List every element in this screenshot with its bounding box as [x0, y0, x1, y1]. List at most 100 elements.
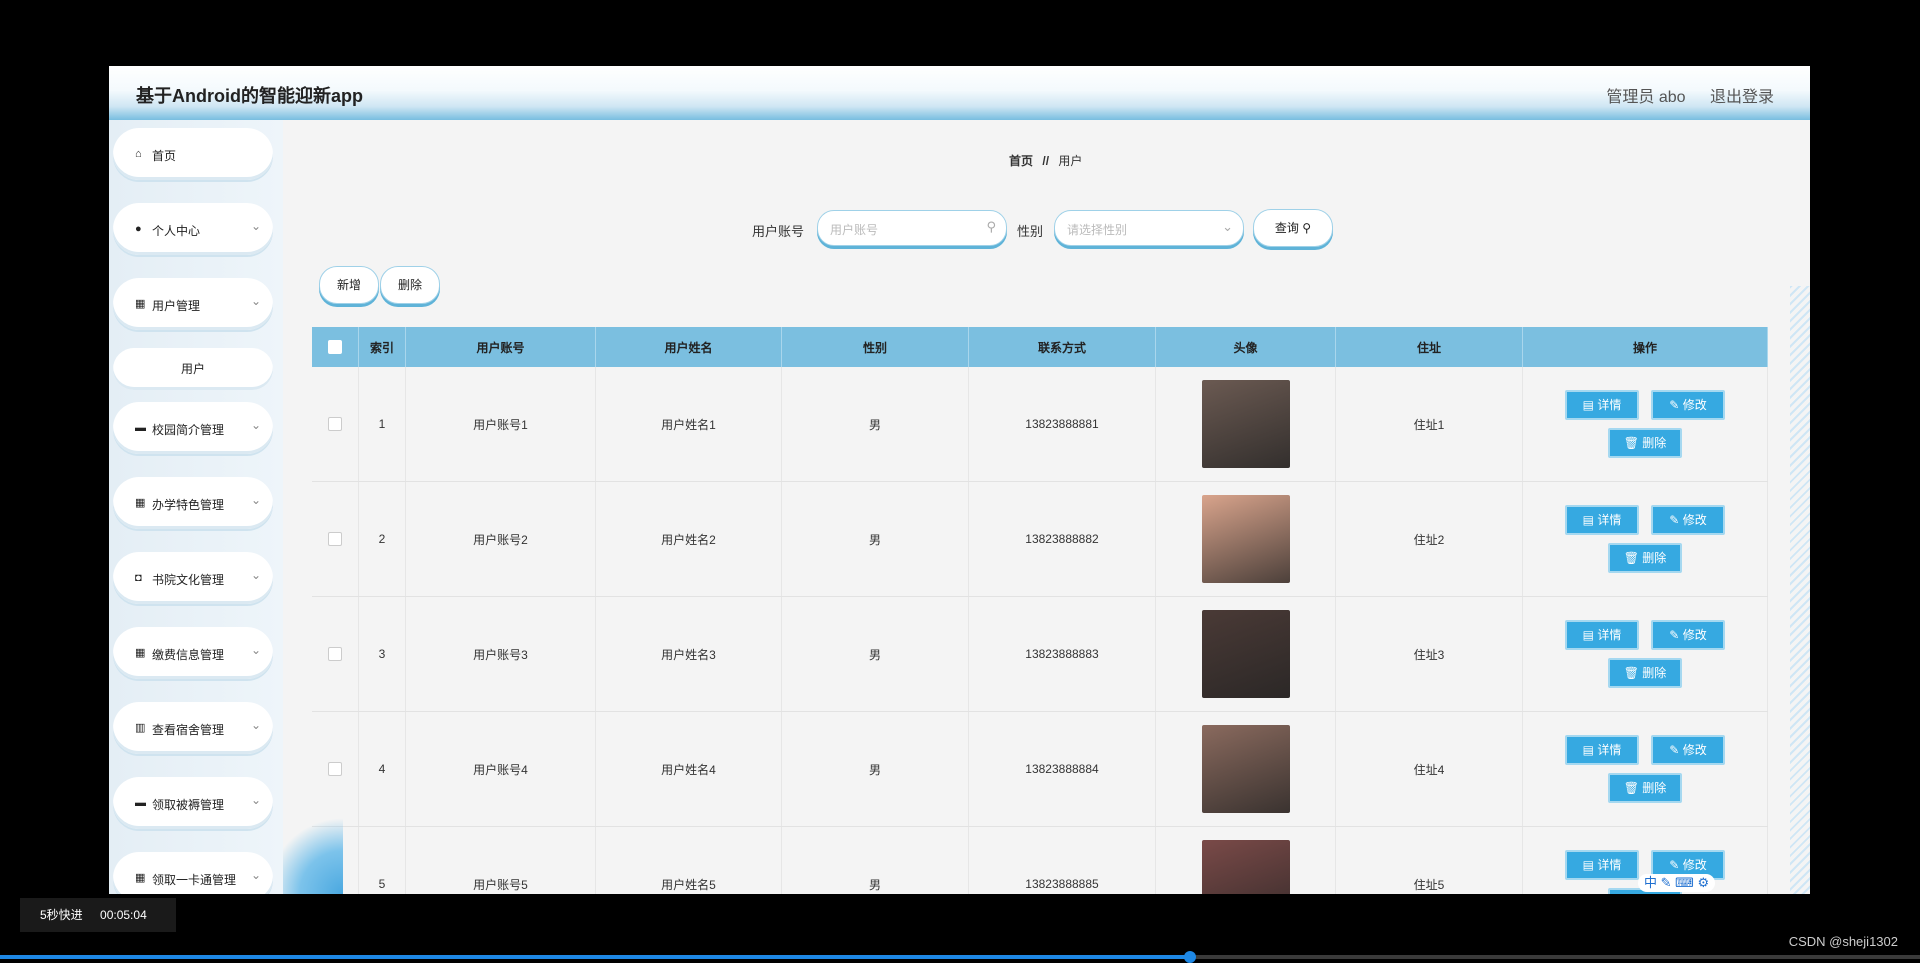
avatar [1201, 610, 1290, 698]
sidebar-item-profile[interactable]: ● 个人中心 ⌄ [113, 203, 273, 255]
add-button[interactable]: 新增 [319, 266, 379, 304]
account-label: 用户账号 [752, 224, 805, 239]
chevron-down-icon: ⌄ [250, 643, 261, 657]
cell-address: 住址5 [1335, 826, 1523, 894]
row-checkbox[interactable] [328, 417, 342, 432]
col-gender: 性别 [781, 327, 969, 367]
breadcrumb-current: 用户 [1058, 154, 1083, 168]
col-name: 用户姓名 [595, 327, 782, 367]
player-speed-badge[interactable]: 5秒快进 00:05:04 [20, 898, 176, 932]
breadcrumb: 首页 // 用户 [1009, 152, 1082, 169]
ime-toolbar[interactable]: 中 ✎ ⌨ ⚙ [1638, 874, 1716, 892]
select-all-checkbox[interactable] [328, 340, 342, 355]
cell-avatar [1155, 596, 1336, 712]
sidebar-item-bedding[interactable]: ▬ 领取被褥管理 ⌄ [113, 777, 273, 829]
delete-button[interactable]: 🗑 删除 [1608, 428, 1682, 458]
player-time: 00:05:04 [100, 908, 147, 922]
row-checkbox[interactable] [328, 647, 342, 662]
row-checkbox[interactable] [328, 532, 342, 547]
home-icon: ⌂ [135, 148, 142, 160]
delete-button[interactable]: 🗑 删除 [1608, 658, 1682, 688]
sidebar-item-user-management[interactable]: ▦ 用户管理 ⌄ [113, 278, 273, 330]
avatar [1201, 840, 1290, 894]
cell-phone: 13823888885 [968, 826, 1156, 894]
row-checkbox[interactable] [328, 762, 342, 777]
cell-actions: ▤ 详情 ✎ 修改 🗑 删除 [1522, 481, 1768, 597]
detail-button[interactable]: ▤ 详情 [1565, 850, 1639, 880]
cell-gender: 男 [781, 367, 969, 482]
cell-avatar [1155, 826, 1336, 894]
col-avatar: 头像 [1155, 327, 1336, 367]
chevron-down-icon: ⌄ [1222, 219, 1233, 234]
sidebar-item-home[interactable]: ⌂ 首页 [113, 128, 273, 180]
chevron-down-icon: ⌄ [250, 294, 261, 308]
delete-button[interactable]: 🗑 删除 [1608, 543, 1682, 573]
sidebar-item-label: 办学特色管理 [152, 498, 225, 512]
detail-button[interactable]: ▤ 详情 [1565, 505, 1639, 535]
sidebar-item-features[interactable]: ▦ 办学特色管理 ⌄ [113, 477, 273, 529]
detail-button[interactable]: ▤ 详情 [1565, 735, 1639, 765]
cell-gender: 男 [781, 481, 969, 597]
cell-phone: 13823888882 [968, 481, 1156, 597]
edit-button[interactable]: ✎ 修改 [1651, 390, 1725, 420]
sidebar-item-card[interactable]: ▦ 领取一卡通管理 ⌄ [113, 852, 273, 894]
delete-button[interactable]: 🗑 删除 [1608, 773, 1682, 803]
account-search-input[interactable]: 用户账号 ⚲ [817, 210, 1007, 246]
row-select-cell [312, 481, 359, 597]
sidebar-item-dorm[interactable]: ▥ 查看宿舍管理 ⌄ [113, 702, 273, 754]
query-button[interactable]: 查询 ⚲ [1253, 209, 1333, 247]
cell-phone: 13823888884 [968, 711, 1156, 827]
chevron-down-icon: ⌄ [250, 493, 261, 507]
player-bar [0, 894, 1920, 960]
table-row: 3 用户账号3 用户姓名3 男 13823888883 住址3 ▤ 详情 ✎ 修改… [312, 596, 1768, 712]
detail-button[interactable]: ▤ 详情 [1565, 620, 1639, 650]
cell-avatar [1155, 711, 1336, 827]
main-content: 首页 // 用户 用户账号 用户账号 ⚲ 性别 请选择性别 ⌄ 查询 ⚲ 新增 … [283, 120, 1810, 894]
edit-button[interactable]: ✎ 修改 [1651, 505, 1725, 535]
avatar [1201, 495, 1290, 583]
grid-icon: ▦ [135, 298, 146, 310]
col-index: 索引 [358, 327, 406, 367]
row-select-cell [312, 596, 359, 712]
cell-account: 用户账号4 [405, 711, 596, 827]
speed-label: 5秒快进 [40, 908, 83, 922]
sidebar-item-campus-intro[interactable]: ▬ 校园简介管理 ⌄ [113, 402, 273, 454]
player-progress-bar[interactable] [0, 951, 1920, 963]
cell-actions: ▤ 详情 ✎ 修改 🗑 删除 [1522, 711, 1768, 827]
table-row: 2 用户账号2 用户姓名2 男 13823888882 住址2 ▤ 详情 ✎ 修改… [312, 481, 1768, 597]
progress-fill [0, 955, 1191, 959]
camera-icon: ◘ [135, 572, 142, 584]
grid-icon: ▦ [135, 647, 146, 659]
sidebar-item-fees[interactable]: ▦ 缴费信息管理 ⌄ [113, 627, 273, 679]
account-placeholder: 用户账号 [830, 223, 879, 237]
gender-select[interactable]: 请选择性别 ⌄ [1054, 210, 1244, 246]
decorative-wave [283, 804, 343, 894]
sidebar-item-label: 个人中心 [152, 224, 201, 238]
avatar [1201, 380, 1290, 468]
detail-button[interactable]: ▤ 详情 [1565, 390, 1639, 420]
chat-icon: ▬ [135, 797, 146, 809]
progress-handle[interactable] [1184, 951, 1197, 963]
chevron-down-icon: ⌄ [250, 219, 261, 233]
logout-link[interactable]: 退出登录 [1710, 89, 1774, 106]
sidebar-subitem-users[interactable]: 用户 [113, 348, 273, 390]
sidebar-item-label: 用户管理 [152, 299, 201, 313]
ticket-icon: ▬ [135, 422, 146, 434]
cell-address: 住址3 [1335, 596, 1523, 712]
sidebar-item-label: 查看宿舍管理 [152, 723, 225, 737]
sidebar-item-culture[interactable]: ◘ 书院文化管理 ⌄ [113, 552, 273, 604]
edit-button[interactable]: ✎ 修改 [1651, 620, 1725, 650]
books-icon: ▥ [135, 722, 146, 734]
cell-gender: 男 [781, 826, 969, 894]
col-phone: 联系方式 [968, 327, 1156, 367]
user-label[interactable]: 管理员 abo [1606, 89, 1685, 106]
cell-gender: 男 [781, 711, 969, 827]
edit-button[interactable]: ✎ 修改 [1651, 735, 1725, 765]
search-icon: ⚲ [986, 219, 996, 234]
batch-delete-button[interactable]: 删除 [380, 266, 440, 304]
row-select-cell [312, 367, 359, 482]
sidebar-subitem-label: 用户 [180, 362, 205, 376]
breadcrumb-separator: // [1042, 154, 1050, 168]
breadcrumb-home[interactable]: 首页 [1009, 154, 1033, 168]
query-label: 查询 [1274, 221, 1299, 235]
